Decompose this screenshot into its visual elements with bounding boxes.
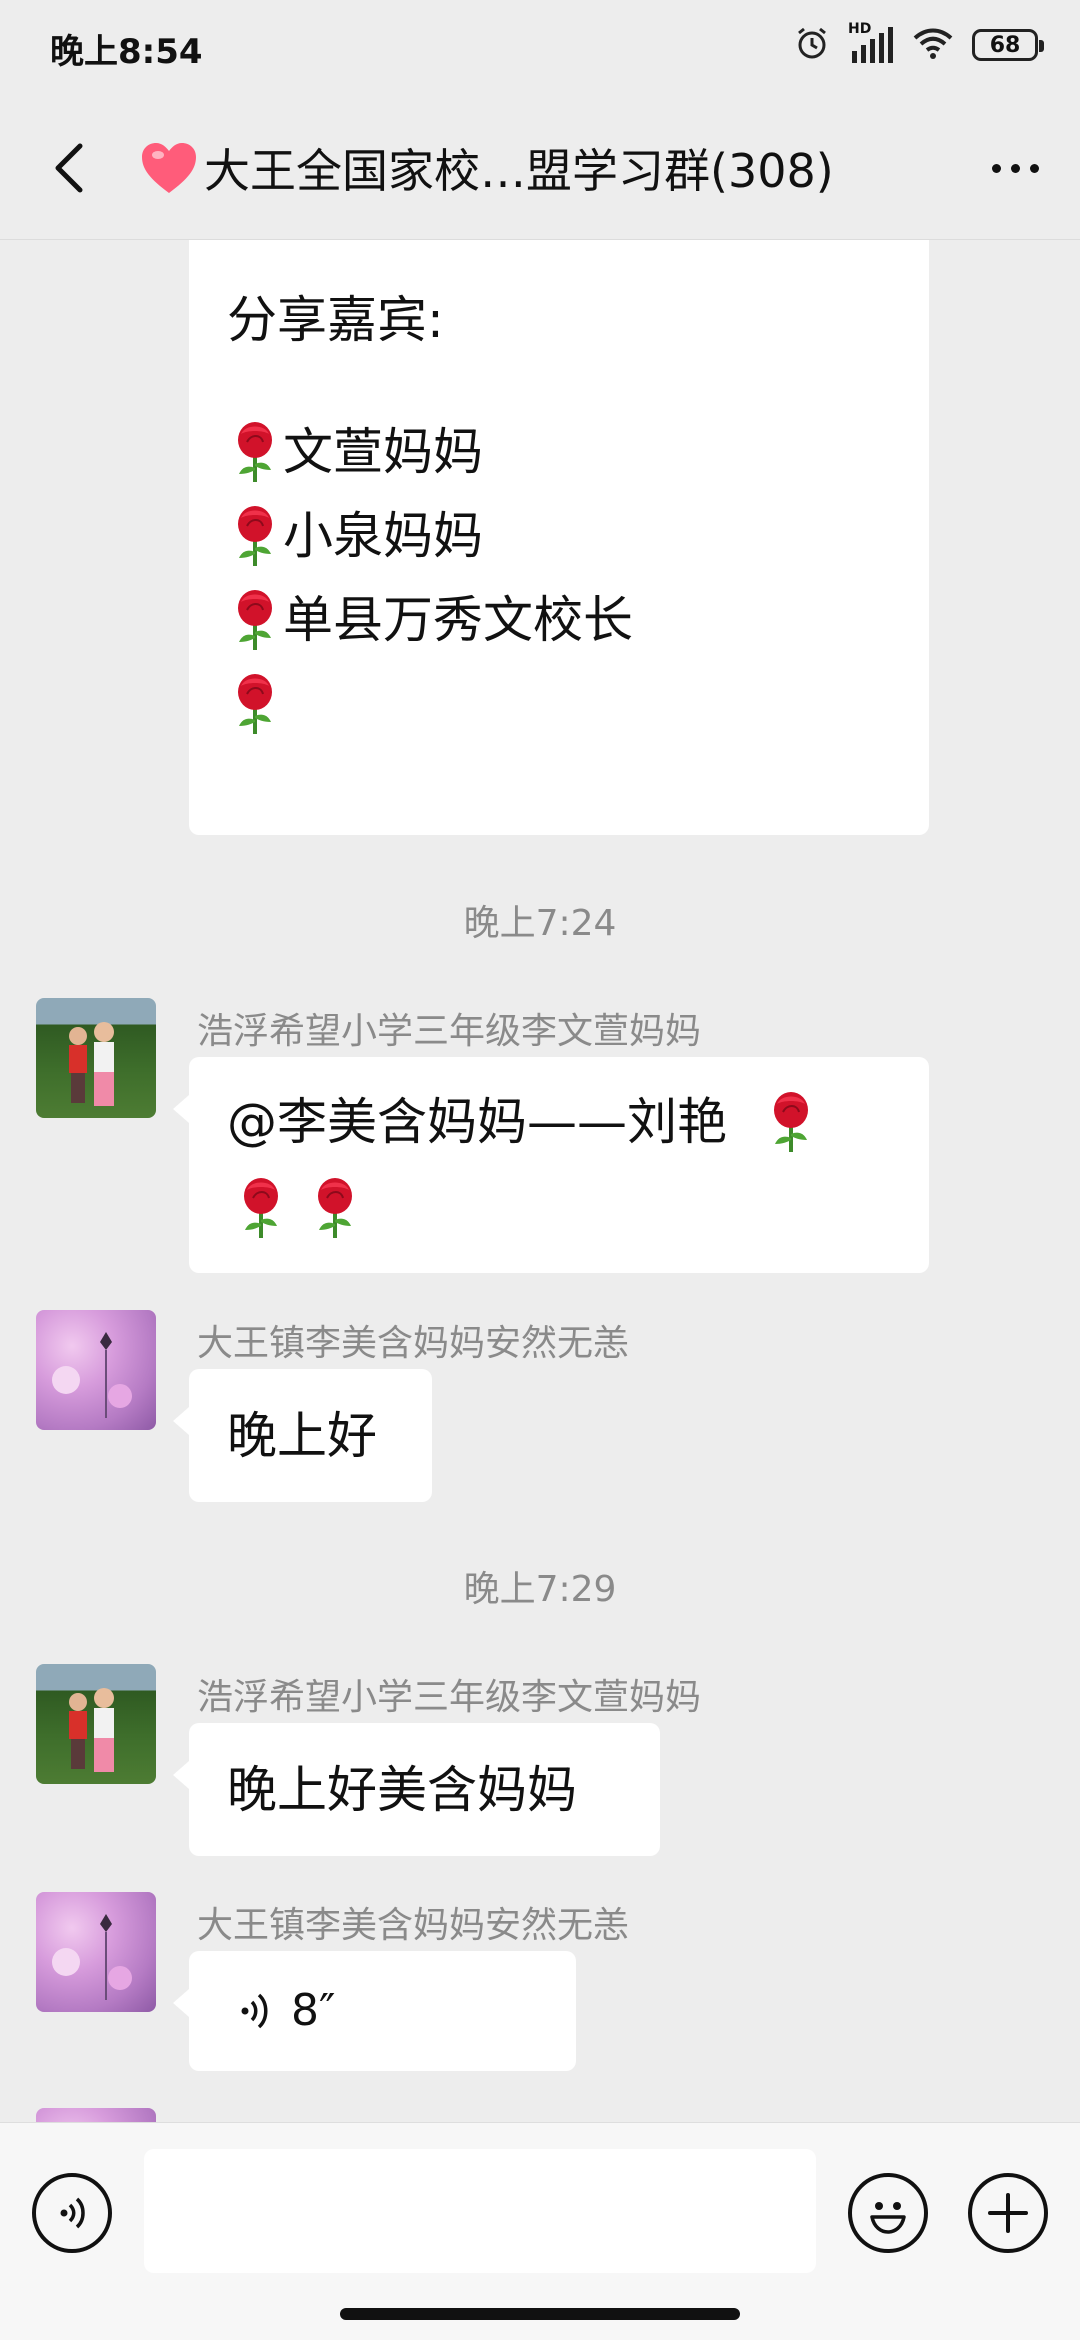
guest-card-bubble[interactable]: 分享嘉宾: 文萱妈妈 小泉妈妈 单县万秀文校长	[189, 240, 929, 835]
avatar[interactable]	[36, 998, 156, 1118]
avatar[interactable]	[36, 2108, 156, 2122]
voice-duration: 8″	[291, 1984, 336, 2036]
rose-icon	[307, 1176, 363, 1240]
more-icon-dot	[1010, 163, 1020, 173]
sender-name: 大王镇李美含妈妈安然无恙	[197, 1323, 630, 1364]
more-button[interactable]	[976, 132, 1054, 204]
avatar-photo	[52, 1332, 132, 1418]
message-bubble[interactable]: @李美含妈妈——刘艳	[173, 1057, 929, 1273]
message-text: 晚上好美含妈妈	[227, 1760, 577, 1819]
message-timestamp: 晚上7:24	[463, 903, 617, 944]
chat-title: 大王全国家校…盟学习群(308)	[140, 136, 930, 200]
message-input[interactable]	[144, 2149, 816, 2273]
more-icon-dot	[1029, 163, 1039, 173]
guest-name: 单县万秀文校长	[283, 591, 633, 649]
message-text: @李美含妈妈——刘艳	[227, 1093, 727, 1151]
voice-input-button[interactable]	[32, 2173, 112, 2253]
guest-line: 小泉妈妈	[227, 494, 891, 578]
emoji-icon	[870, 2202, 906, 2234]
rose-icon	[227, 672, 283, 736]
heart-icon	[142, 143, 196, 193]
message-line	[227, 1165, 891, 1251]
message-text: 晚上好	[227, 1406, 377, 1465]
avatar[interactable]	[36, 1664, 156, 1784]
emoji-button[interactable]	[848, 2173, 928, 2253]
rose-icon	[227, 420, 283, 484]
rose-icon	[227, 504, 283, 568]
voice-wave-icon	[241, 1993, 268, 2029]
chat-area[interactable]: 分享嘉宾: 文萱妈妈 小泉妈妈 单县万秀文校长 晚上7:24 浩浮希望小学三年级…	[0, 240, 1080, 2122]
guest-line: 单县万秀文校长	[227, 578, 891, 662]
guest-card-label: 分享嘉宾:	[227, 291, 444, 349]
plus-icon	[988, 2193, 1028, 2233]
status-icons: HD 68	[794, 21, 1044, 68]
guest-line: 文萱妈妈	[227, 410, 891, 494]
sender-name: 浩浮希望小学三年级李文萱妈妈	[197, 1677, 702, 1718]
hd-label: HD	[848, 21, 872, 37]
guest-name: 小泉妈妈	[283, 507, 483, 565]
battery-level: 68	[989, 32, 1021, 58]
rose-icon	[763, 1090, 819, 1154]
avatar-photo	[69, 1688, 114, 1772]
chevron-left-icon	[55, 143, 83, 193]
avatar-photo	[69, 1022, 114, 1106]
alarm-icon	[794, 25, 830, 65]
home-indicator[interactable]	[340, 2308, 740, 2320]
back-button[interactable]	[34, 132, 106, 204]
rose-icon	[227, 588, 283, 652]
signal-icon: HD	[848, 21, 894, 65]
status-bar: 晚上8:54 HD 68	[0, 0, 1080, 96]
message-line: @李美含妈妈——刘艳	[227, 1079, 891, 1165]
chat-title-text: 大王全国家校…盟学习群(308)	[204, 144, 834, 198]
sender-name: 浩浮希望小学三年级李文萱妈妈	[197, 1011, 702, 1052]
voice-message-bubble[interactable]: 8″	[173, 1951, 576, 2071]
guest-name: 文萱妈妈	[283, 423, 483, 481]
chat-header: 大王全国家校…盟学习群(308)	[0, 96, 1080, 240]
voice-icon	[60, 2197, 85, 2229]
guest-line	[227, 662, 891, 746]
message-bubble[interactable]: 晚上好美含妈妈	[173, 1723, 660, 1856]
status-time: 晚上8:54	[50, 32, 203, 72]
sender-name: 大王镇李美含妈妈安然无恙	[197, 1905, 630, 1946]
wifi-icon	[912, 26, 954, 64]
add-button[interactable]	[968, 2173, 1048, 2253]
avatar-photo	[52, 1914, 132, 2000]
more-icon-dot	[991, 163, 1001, 173]
rose-icon	[233, 1176, 289, 1240]
avatar[interactable]	[36, 1310, 156, 1430]
battery-icon: 68	[972, 29, 1044, 61]
avatar[interactable]	[36, 1892, 156, 2012]
message-bubble[interactable]: 晚上好	[173, 1369, 432, 1502]
message-timestamp: 晚上7:29	[463, 1569, 617, 1610]
